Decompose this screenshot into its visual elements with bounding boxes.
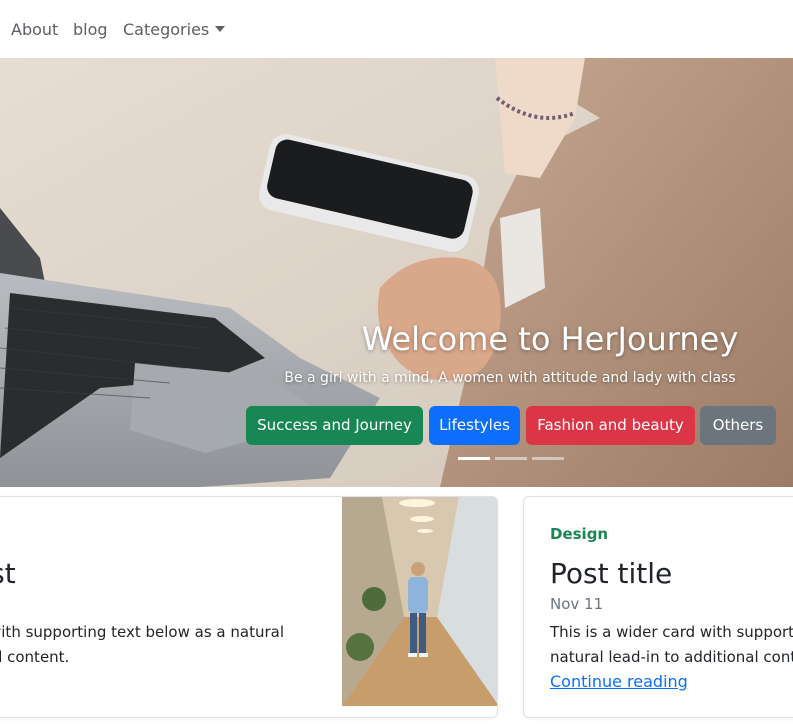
carousel-indicator-2[interactable] <box>495 457 527 460</box>
post-title: Post title <box>550 557 673 590</box>
featured-post-text: with supporting text below as a natural … <box>0 620 284 670</box>
hero-carousel: Welcome to HerJourney Be a girl with a m… <box>0 58 793 487</box>
continue-reading-link[interactable]: Continue reading <box>550 672 688 691</box>
category-button-lifestyles[interactable]: Lifestyles <box>429 406 520 445</box>
category-button-fashion-and-beauty[interactable]: Fashion and beauty <box>526 406 695 445</box>
category-button-success-and-journey[interactable]: Success and Journey <box>246 406 423 445</box>
post-category: Design <box>550 525 609 543</box>
post-card: Design Post title Nov 11 This is a wider… <box>523 496 793 718</box>
nav-dropdown-categories[interactable]: Categories <box>123 19 226 41</box>
carousel-indicator-3[interactable] <box>532 457 564 460</box>
category-button-others[interactable]: Others <box>700 406 776 445</box>
hero-subtitle: Be a girl with a mind, A women with atti… <box>284 370 736 386</box>
featured-post-title: ost <box>0 557 16 590</box>
nav-link-about[interactable]: About <box>11 19 58 41</box>
featured-post-card: ost with supporting text below as a natu… <box>0 496 498 718</box>
nav-categories-label: Categories <box>123 20 210 39</box>
navbar: About blog Categories <box>0 0 793 58</box>
post-date: Nov 11 <box>550 595 604 613</box>
featured-post-image <box>342 497 497 706</box>
caret-down-icon <box>215 26 226 32</box>
nav-link-blog[interactable]: blog <box>73 19 108 41</box>
post-text-line-1: This is a wider card with supporti <box>550 623 793 641</box>
hero-title: Welcome to HerJourney <box>361 320 739 358</box>
featured-post-text-line-2: al content. <box>0 648 70 666</box>
post-text-line-2: natural lead-in to additional conte <box>550 648 793 666</box>
featured-post-text-line-1: with supporting text below as a natural <box>0 623 284 641</box>
post-text: This is a wider card with supporti natur… <box>550 620 793 670</box>
carousel-indicator-1[interactable] <box>458 457 490 460</box>
